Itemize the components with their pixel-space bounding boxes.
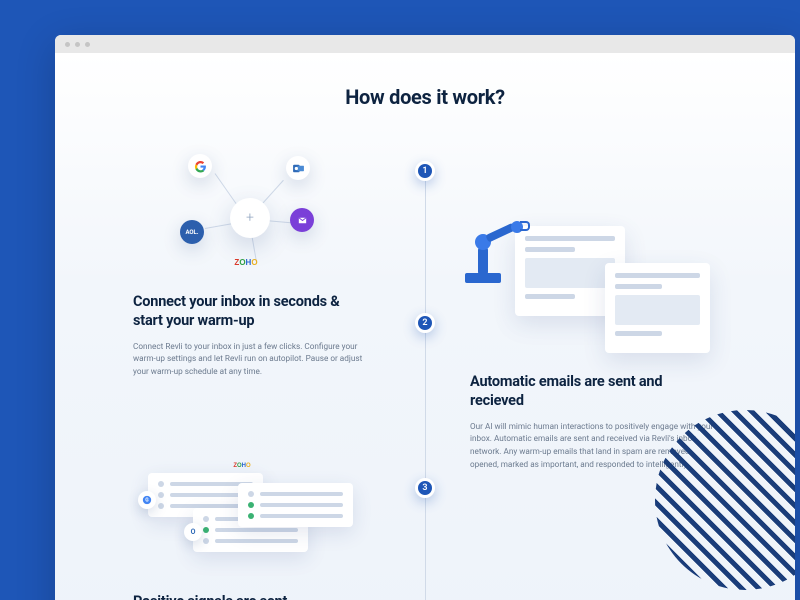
step-2-heading: Automatic emails are sent and recieved xyxy=(470,373,715,411)
illustration-automation xyxy=(455,218,715,368)
zoho-icon: ZOHO xyxy=(234,250,258,274)
google-icon xyxy=(188,154,212,178)
list-card xyxy=(238,483,353,527)
window-dot xyxy=(75,42,80,47)
step-1-heading: Connect your inbox in seconds & start yo… xyxy=(133,293,368,331)
step-3: Positive signals are sent xyxy=(133,593,368,600)
landing-section: How does it work? 1 2 3 + AOL. xyxy=(55,53,795,600)
mail-icon xyxy=(290,208,314,232)
placeholder-image xyxy=(615,295,700,325)
browser-chrome xyxy=(55,35,795,53)
outlook-icon xyxy=(286,156,310,180)
step-1-body: Connect Revli to your inbox in just a fe… xyxy=(133,341,368,379)
placeholder-line xyxy=(615,273,700,278)
illustration-inbox-list: G ZOHO O xyxy=(138,453,378,588)
step-3-heading: Positive signals are sent xyxy=(133,593,368,600)
google-icon: G xyxy=(138,491,156,509)
placeholder-line xyxy=(525,294,575,299)
placeholder-line xyxy=(615,284,662,289)
browser-window: How does it work? 1 2 3 + AOL. xyxy=(55,35,795,600)
placeholder-line xyxy=(615,331,662,336)
placeholder-image xyxy=(525,258,615,288)
aol-icon: AOL. xyxy=(180,220,204,244)
step-1: Connect your inbox in seconds & start yo… xyxy=(133,293,368,379)
illustration-connect-hub: + AOL. ZOHO xyxy=(160,148,340,278)
window-dot xyxy=(65,42,70,47)
hub-center-icon: + xyxy=(230,198,270,238)
document-card xyxy=(605,263,710,353)
placeholder-line xyxy=(525,247,575,252)
page-background: How does it work? 1 2 3 + AOL. xyxy=(0,0,800,600)
timeline-badge-3: 3 xyxy=(415,478,435,498)
timeline-line xyxy=(425,163,426,600)
zoho-icon: ZOHO xyxy=(233,457,251,475)
timeline-badge-2: 2 xyxy=(415,313,435,333)
window-dot xyxy=(85,42,90,47)
svg-text:G: G xyxy=(145,498,149,504)
placeholder-line xyxy=(525,236,615,241)
robot-arm-icon xyxy=(465,273,501,283)
timeline-badge-1: 1 xyxy=(415,161,435,181)
section-title: How does it work? xyxy=(55,85,795,109)
outlook-icon: O xyxy=(184,523,202,541)
connector-line xyxy=(215,173,238,205)
